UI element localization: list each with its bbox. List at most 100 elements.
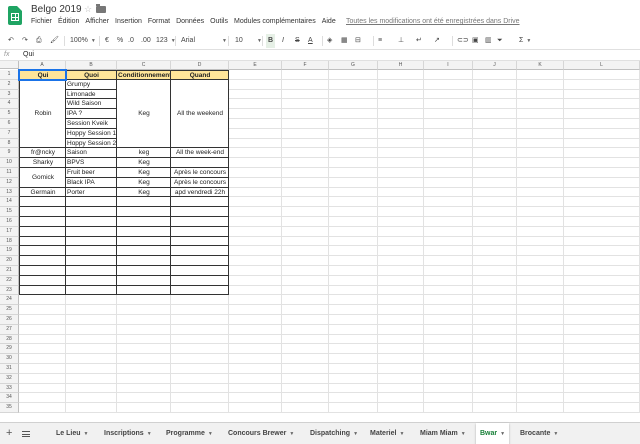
grid-cell[interactable] — [473, 305, 517, 315]
grid-cell[interactable] — [329, 334, 378, 345]
grid-cell[interactable] — [378, 226, 424, 237]
grid-cell[interactable] — [117, 364, 171, 374]
grid-cell[interactable] — [229, 70, 282, 80]
grid-cell[interactable] — [424, 383, 473, 394]
chevron-down-icon[interactable]: ▼ — [147, 431, 152, 437]
grid-cell[interactable] — [282, 99, 329, 110]
grid-cell[interactable] — [229, 79, 282, 90]
grid-cell[interactable] — [282, 305, 329, 315]
empty-table-cell[interactable] — [66, 207, 117, 217]
grid-cell[interactable] — [564, 187, 640, 198]
redo-icon[interactable]: ↷ — [22, 34, 28, 48]
cell-quoi[interactable]: Limonade — [66, 89, 117, 100]
sheet-tab[interactable]: Concours Brewer ▼ — [224, 423, 298, 444]
grid-cell[interactable] — [473, 177, 517, 188]
row-header[interactable]: 31 — [0, 364, 19, 374]
grid-cell[interactable] — [473, 148, 517, 159]
grid-cell[interactable] — [424, 266, 473, 276]
row-header[interactable]: 6 — [0, 119, 19, 129]
grid-cell[interactable] — [171, 364, 229, 374]
grid-cell[interactable] — [282, 285, 329, 296]
column-header[interactable]: J — [473, 61, 517, 70]
grid-cell[interactable] — [329, 99, 378, 110]
grid-cell[interactable] — [282, 373, 329, 384]
undo-icon[interactable]: ↶ — [8, 34, 14, 48]
grid-cell[interactable] — [424, 354, 473, 364]
grid-cell[interactable] — [19, 373, 66, 384]
grid-cell[interactable] — [564, 275, 640, 286]
grid-cell[interactable] — [517, 324, 564, 335]
grid-cell[interactable] — [564, 168, 640, 178]
row-header[interactable]: 2 — [0, 79, 19, 90]
filter-icon[interactable]: ⏷ — [497, 34, 503, 48]
row-header[interactable]: 18 — [0, 236, 19, 247]
vertical-align-icon[interactable]: ⊥ — [398, 34, 404, 48]
text-rotation-icon[interactable]: ↗ — [434, 34, 440, 48]
grid-cell[interactable] — [282, 403, 329, 413]
print-icon[interactable]: ⎙ — [36, 34, 42, 48]
grid-cell[interactable] — [66, 383, 117, 394]
grid-cell[interactable] — [171, 354, 229, 364]
grid-cell[interactable] — [329, 89, 378, 100]
sheet-tab[interactable]: Bwar ▼ — [476, 423, 510, 444]
header-conditionnement[interactable]: Conditionnement — [117, 70, 171, 80]
empty-table-cell[interactable] — [19, 285, 66, 296]
empty-table-cell[interactable] — [66, 226, 117, 237]
grid-cell[interactable] — [171, 403, 229, 413]
grid-cell[interactable] — [171, 373, 229, 384]
grid-cell[interactable] — [378, 236, 424, 247]
zoom-select[interactable]: 100% ▼ — [70, 34, 96, 48]
grid-cell[interactable] — [19, 324, 66, 335]
empty-table-cell[interactable] — [19, 217, 66, 227]
empty-table-cell[interactable] — [171, 197, 229, 208]
grid-cell[interactable] — [282, 334, 329, 345]
row-header[interactable]: 11 — [0, 168, 19, 178]
grid-cell[interactable] — [282, 246, 329, 257]
empty-table-cell[interactable] — [19, 275, 66, 286]
grid-cell[interactable] — [378, 128, 424, 139]
grid-cell[interactable] — [564, 256, 640, 266]
save-status-link[interactable]: Toutes les modifications ont été enregis… — [346, 18, 520, 25]
grid-cell[interactable] — [564, 128, 640, 139]
grid-cell[interactable] — [564, 217, 640, 227]
grid-cell[interactable] — [424, 187, 473, 198]
menu-aide[interactable]: Aide — [322, 18, 336, 25]
folder-icon[interactable] — [96, 4, 106, 13]
grid-cell[interactable] — [564, 393, 640, 404]
row-header[interactable]: 10 — [0, 158, 19, 168]
grid-cell[interactable] — [517, 285, 564, 296]
grid-cell[interactable] — [282, 324, 329, 335]
cell-quand[interactable]: Après le concours — [171, 168, 229, 178]
grid-cell[interactable] — [517, 354, 564, 364]
grid-cell[interactable] — [473, 285, 517, 296]
grid-cell[interactable] — [229, 99, 282, 110]
empty-table-cell[interactable] — [66, 236, 117, 247]
cell-conditionnement[interactable]: Keg — [117, 187, 171, 198]
sheet-tab[interactable]: Brocante ▼ — [516, 423, 562, 444]
grid-cell[interactable] — [517, 217, 564, 227]
cell-conditionnement[interactable]: Keg — [117, 79, 171, 149]
grid-cell[interactable] — [378, 138, 424, 149]
grid-cell[interactable] — [473, 197, 517, 208]
grid-cell[interactable] — [329, 373, 378, 384]
grid-cell[interactable] — [66, 305, 117, 315]
strikethrough-button[interactable]: S — [295, 34, 300, 48]
row-header[interactable]: 9 — [0, 148, 19, 159]
grid-cell[interactable] — [564, 177, 640, 188]
grid-cell[interactable] — [229, 168, 282, 178]
cell-quoi[interactable]: IPA ? — [66, 109, 117, 119]
cell-quoi[interactable]: Black IPA — [66, 177, 117, 188]
grid-cell[interactable] — [424, 256, 473, 266]
grid-cell[interactable] — [66, 344, 117, 355]
grid-cell[interactable] — [564, 89, 640, 100]
menu-outils[interactable]: Outils — [210, 18, 228, 25]
grid-cell[interactable] — [517, 373, 564, 384]
menu-insertion[interactable]: Insertion — [115, 18, 142, 25]
grid-cell[interactable] — [564, 354, 640, 364]
empty-table-cell[interactable] — [171, 236, 229, 247]
grid-cell[interactable] — [517, 383, 564, 394]
grid-cell[interactable] — [19, 403, 66, 413]
grid-cell[interactable] — [66, 373, 117, 384]
cell-quoi[interactable]: Hoppy Session 1 — [66, 128, 117, 139]
grid-cell[interactable] — [229, 109, 282, 119]
